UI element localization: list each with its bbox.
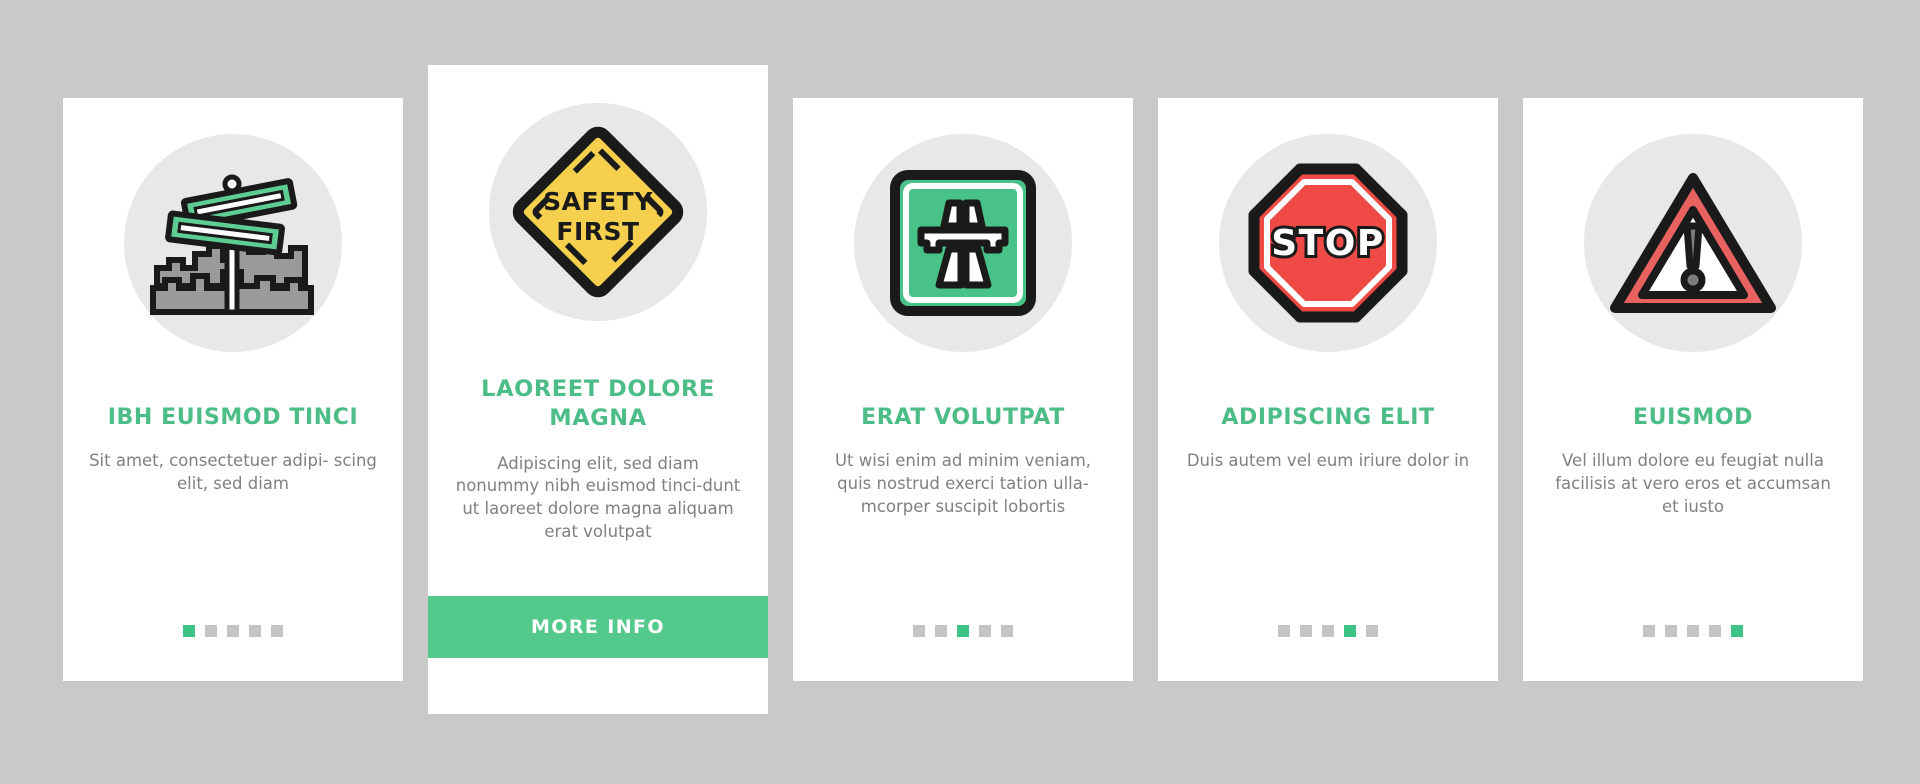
- pagination-dot[interactable]: [913, 625, 925, 637]
- pagination-dot[interactable]: [205, 625, 217, 637]
- pagination-dot[interactable]: [1687, 625, 1699, 637]
- onboarding-card-5[interactable]: EUISMOD Vel illum dolore eu feugiat null…: [1523, 98, 1863, 681]
- stop-sign-glyph: STOP: [1248, 163, 1408, 323]
- sign-text-line-2: FIRST: [556, 217, 639, 246]
- pagination-dot[interactable]: [227, 625, 239, 637]
- pagination-dots[interactable]: [913, 625, 1013, 637]
- card-title: ADIPISCING ELIT: [1221, 405, 1435, 430]
- card-title: LAOREET DOLORE MAGNA: [481, 376, 715, 431]
- pagination-dot[interactable]: [979, 625, 991, 637]
- warning-triangle-sign-icon: [1584, 134, 1802, 352]
- pagination-dot[interactable]: [1709, 625, 1721, 637]
- card-description: Vel illum dolore eu feugiat nulla facili…: [1555, 451, 1831, 516]
- pagination-dot[interactable]: [1001, 625, 1013, 637]
- onboarding-card-1[interactable]: IBH EUISMOD TINCI Sit amet, consectetuer…: [63, 98, 403, 681]
- pagination-dots[interactable]: [1643, 625, 1743, 637]
- sign-text-stop: STOP: [1271, 223, 1384, 264]
- pagination-dot[interactable]: [1300, 625, 1312, 637]
- more-info-button[interactable]: MORE INFO: [428, 596, 768, 658]
- card-title: IBH EUISMOD TINCI: [107, 405, 359, 430]
- card-description: Duis autem vel eum iriure dolor in: [1186, 451, 1470, 471]
- onboarding-screens-stage: IBH EUISMOD TINCI Sit amet, consectetuer…: [0, 0, 1920, 784]
- onboarding-card-4[interactable]: STOP ADIPISCING ELIT Duis autem vel eum …: [1158, 98, 1498, 681]
- pagination-dot[interactable]: [935, 625, 947, 637]
- pagination-dots[interactable]: [183, 625, 283, 637]
- pagination-dot[interactable]: [1322, 625, 1334, 637]
- pagination-dot[interactable]: [1665, 625, 1677, 637]
- motorway-highway-sign-icon: [854, 134, 1072, 352]
- pagination-dot[interactable]: [1278, 625, 1290, 637]
- crossroad-street-sign-icon: [124, 134, 342, 352]
- safety-first-diamond-sign-glyph: SAFETY FIRST: [512, 126, 684, 298]
- sign-text-line-1: SAFETY: [543, 187, 653, 216]
- card-description: Adipiscing elit, sed diam nonummy nibh e…: [455, 453, 741, 541]
- card-description: Sit amet, consectetuer adipi- scing elit…: [89, 451, 377, 493]
- pagination-dot[interactable]: [1643, 625, 1655, 637]
- card-description: Ut wisi enim ad minim veniam, quis nostr…: [834, 451, 1092, 516]
- safety-first-diamond-sign-icon: SAFETY FIRST: [489, 103, 707, 321]
- warning-triangle-sign-glyph: [1610, 173, 1776, 313]
- stop-sign-icon: STOP: [1219, 134, 1437, 352]
- card-title: ERAT VOLUTPAT: [861, 405, 1065, 430]
- pagination-dot[interactable]: [957, 625, 969, 637]
- crossroad-street-sign-glyph: [150, 174, 314, 315]
- onboarding-card-2-featured[interactable]: SAFETY FIRST LAOREET DOLORE MAGNA Adipis…: [428, 65, 768, 714]
- pagination-dot[interactable]: [183, 625, 195, 637]
- pagination-dots[interactable]: [1278, 625, 1378, 637]
- pagination-dot[interactable]: [1344, 625, 1356, 637]
- pagination-dot[interactable]: [271, 625, 283, 637]
- pagination-dot[interactable]: [1731, 625, 1743, 637]
- onboarding-card-3[interactable]: ERAT VOLUTPAT Ut wisi enim ad minim veni…: [793, 98, 1133, 681]
- pagination-dot[interactable]: [1366, 625, 1378, 637]
- card-title: EUISMOD: [1633, 405, 1753, 430]
- pagination-dot[interactable]: [249, 625, 261, 637]
- motorway-highway-sign-glyph: [890, 170, 1036, 316]
